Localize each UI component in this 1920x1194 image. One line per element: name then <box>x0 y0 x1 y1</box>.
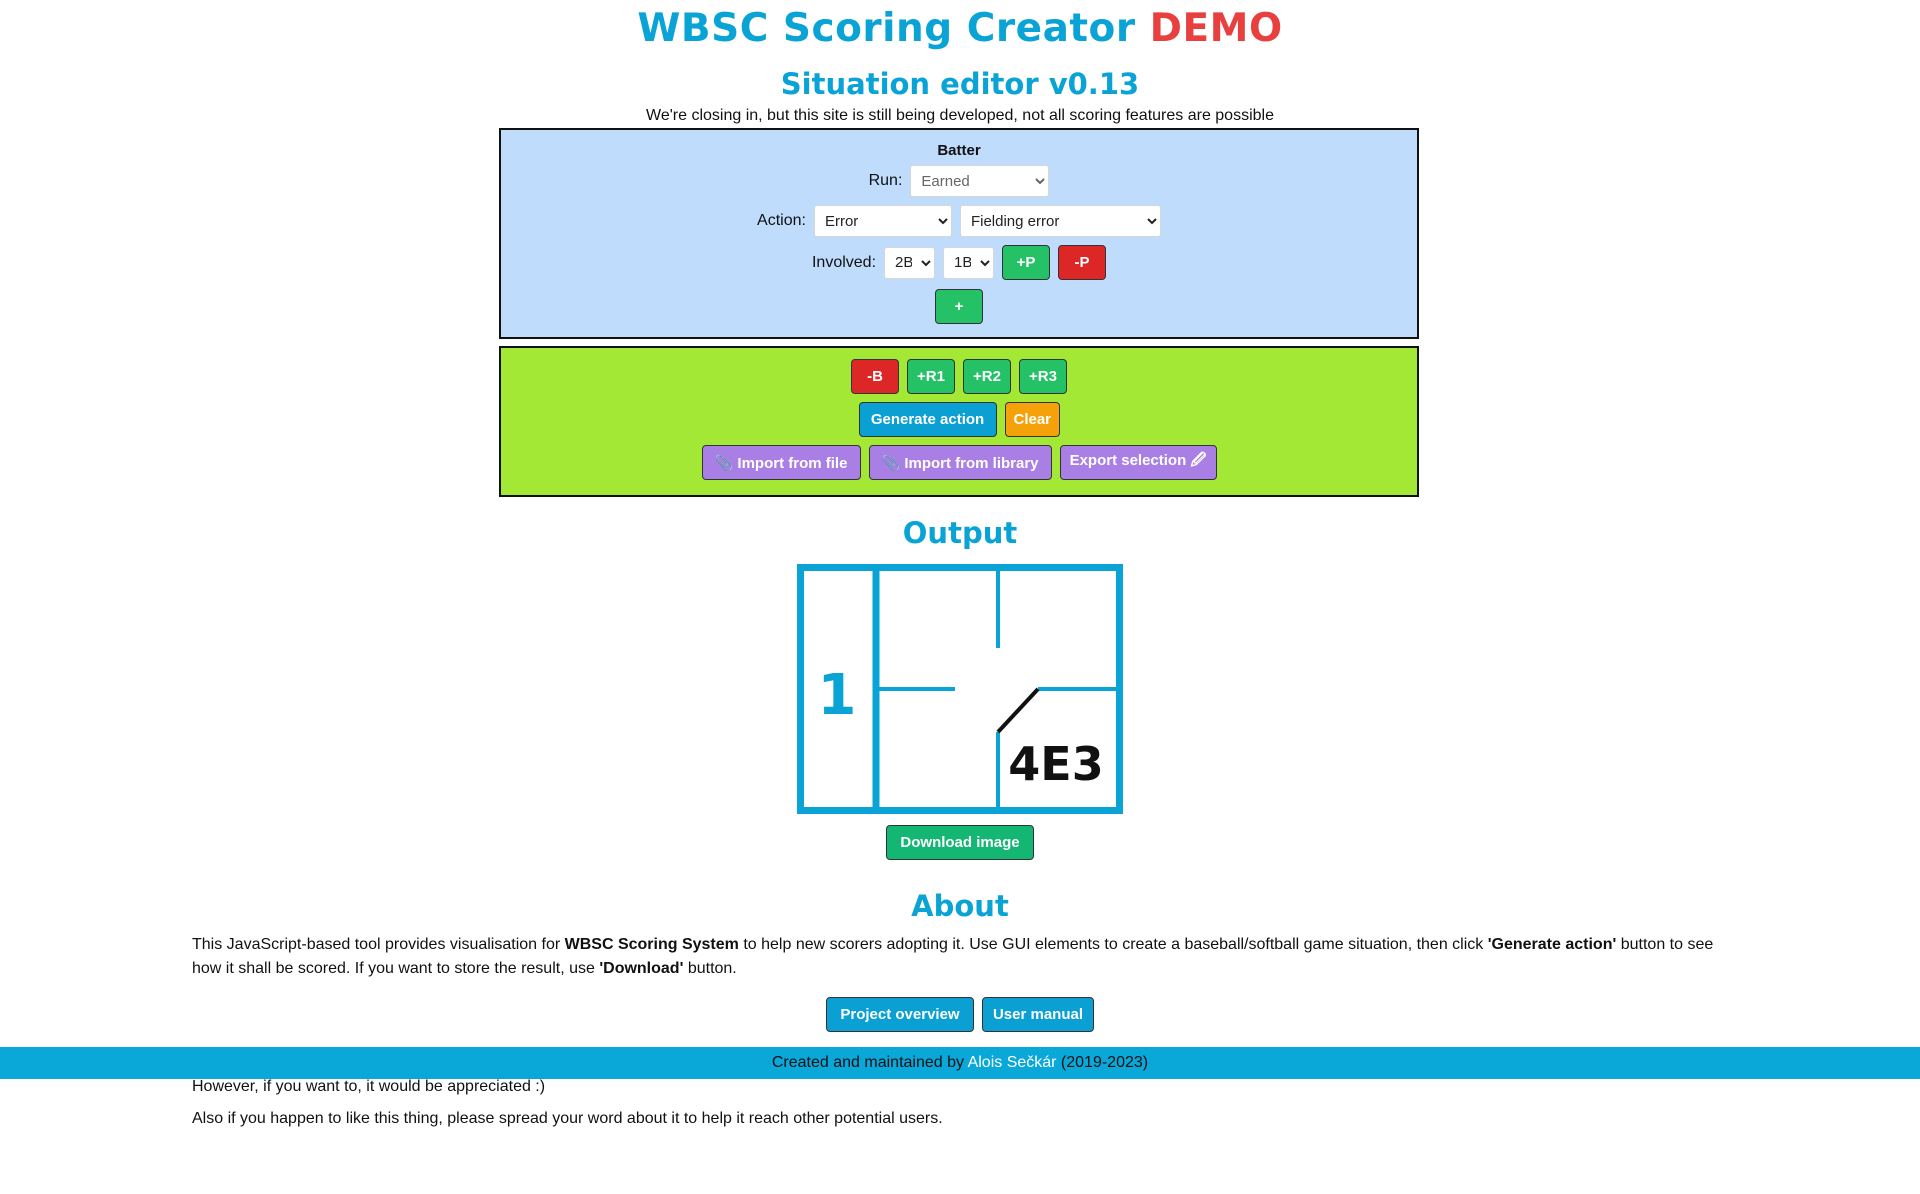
generate-action-button[interactable]: Generate action <box>858 402 997 437</box>
about-buttons-row: Project overview User manual <box>0 997 1920 1032</box>
control-panel: -B +R1 +R2 +R3 Generate action Clear 📎 I… <box>499 346 1419 497</box>
project-overview-button[interactable]: Project overview <box>826 997 974 1032</box>
add-action-button[interactable]: + <box>935 289 983 324</box>
remove-player-button[interactable]: -P <box>1058 245 1107 280</box>
footer-suffix: (2019-2023) <box>1056 1054 1149 1071</box>
spread-word-text: Also if you happen to like this thing, p… <box>192 1110 943 1127</box>
involved-label: Involved: <box>811 253 877 271</box>
output-heading: Output <box>902 516 1018 550</box>
generate-row: Generate action Clear <box>501 402 1417 437</box>
batter-heading: Batter <box>937 142 981 159</box>
add-runner-2-button[interactable]: +R2 <box>963 359 1011 394</box>
download-image-button[interactable]: Download image <box>886 825 1034 860</box>
involved-position-2-select[interactable]: 1B <box>943 246 995 279</box>
page-title: WBSC Scoring Creator DEMO <box>0 0 1920 51</box>
action-row: Action: Error Fielding error <box>501 205 1417 237</box>
development-notice: We're closing in, but this site is still… <box>646 107 1274 124</box>
appreciation-text: However, if you want to, it would be app… <box>192 1078 546 1095</box>
app-title: WBSC Scoring Creator <box>637 6 1136 51</box>
add-action-row: + <box>501 289 1417 324</box>
clear-button[interactable]: Clear <box>1004 402 1060 437</box>
add-runner-1-button[interactable]: +R1 <box>907 359 955 394</box>
scoresheet-output-image: 1 4E3 <box>797 564 1123 814</box>
remove-batter-button[interactable]: -B <box>851 359 899 394</box>
about-text-part-1: This JavaScript-based tool provides visu… <box>192 936 565 953</box>
run-label: Run: <box>868 172 903 189</box>
run-select[interactable]: Earned <box>910 165 1050 197</box>
about-bold-download: 'Download' <box>599 960 684 977</box>
page-subtitle: Situation editor v0.13 <box>780 67 1140 101</box>
footer-prefix: Created and maintained by <box>771 1054 968 1071</box>
run-row: Run: Earned <box>501 165 1417 197</box>
demo-badge: DEMO <box>1149 6 1283 51</box>
involved-row: Involved: 2B 1B +P -P <box>501 245 1417 280</box>
import-from-file-button[interactable]: 📎 Import from file <box>701 445 861 480</box>
add-runner-3-button[interactable]: +R3 <box>1019 359 1067 394</box>
author-link[interactable]: Alois Sečkár <box>968 1054 1057 1071</box>
about-text-part-2: to help new scorers adopting it. Use GUI… <box>738 936 1488 953</box>
action-label: Action: <box>757 212 806 229</box>
action-select[interactable]: Error <box>813 205 952 237</box>
about-text-part-4: button. <box>683 960 737 977</box>
add-player-button[interactable]: +P <box>1002 245 1051 280</box>
about-text: This JavaScript-based tool provides visu… <box>192 933 1727 981</box>
batter-panel: Batter Run: Earned Action: Error Fieldin… <box>499 128 1419 339</box>
about-bold-wbsc: WBSC Scoring System <box>564 936 739 953</box>
involved-position-1-select[interactable]: 2B <box>884 246 936 279</box>
user-manual-button[interactable]: User manual <box>982 997 1094 1032</box>
batter-number: 1 <box>818 663 857 728</box>
import-from-library-button[interactable]: 📎 Import from library <box>868 445 1052 480</box>
footer: Created and maintained by Alois Sečkár (… <box>0 1047 1920 1079</box>
play-code: 4E3 <box>1008 737 1103 791</box>
export-selection-button[interactable]: Export selection 🖉 <box>1059 445 1217 480</box>
action-detail-select[interactable]: Fielding error <box>959 205 1161 237</box>
import-export-row: 📎 Import from file 📎 Import from library… <box>501 445 1417 480</box>
runner-buttons-row: -B +R1 +R2 +R3 <box>501 359 1417 394</box>
about-heading: About <box>911 889 1009 923</box>
about-bold-generate: 'Generate action' <box>1487 936 1617 953</box>
